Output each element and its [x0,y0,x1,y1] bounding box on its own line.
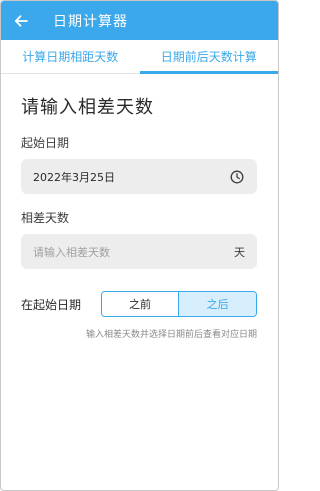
after-option[interactable]: 之后 [178,292,256,316]
form-content: 请输入相差天数 起始日期 2022年3月25日 相差天数 请输入相差天数 天 在… [1,93,278,340]
arrow-left-icon[interactable] [11,11,31,31]
app-bar: 日期计算器 [1,1,278,40]
clock-icon[interactable] [229,169,245,185]
diff-days-placeholder: 请输入相差天数 [33,245,110,259]
hint-text: 输入相差天数并选择日期前后查看对应日期 [85,330,257,340]
before-option[interactable]: 之前 [101,292,179,316]
diff-days-label: 相差天数 [21,211,70,225]
direction-segmented-control: 之前 之后 [100,291,257,317]
section-title: 请输入相差天数 [21,97,154,118]
days-unit-suffix: 天 [234,245,245,259]
app-window: 日期计算器 计算日期相距天数 日期前后天数计算 请输入相差天数 起始日期 202… [0,0,279,491]
start-date-value: 2022年3月25日 [33,170,115,184]
app-title: 日期计算器 [53,13,128,30]
start-date-field[interactable]: 2022年3月25日 [21,159,257,194]
tab-date-offset[interactable]: 日期前后天数计算 [139,40,279,74]
tab-date-interval[interactable]: 计算日期相距天数 [1,40,140,73]
direction-label: 在起始日期 [21,297,82,312]
tab-bar: 计算日期相距天数 日期前后天数计算 [1,40,278,74]
direction-row: 在起始日期 之前 之后 [21,291,257,317]
start-date-label: 起始日期 [21,136,70,150]
diff-days-input[interactable]: 请输入相差天数 天 [21,234,257,269]
